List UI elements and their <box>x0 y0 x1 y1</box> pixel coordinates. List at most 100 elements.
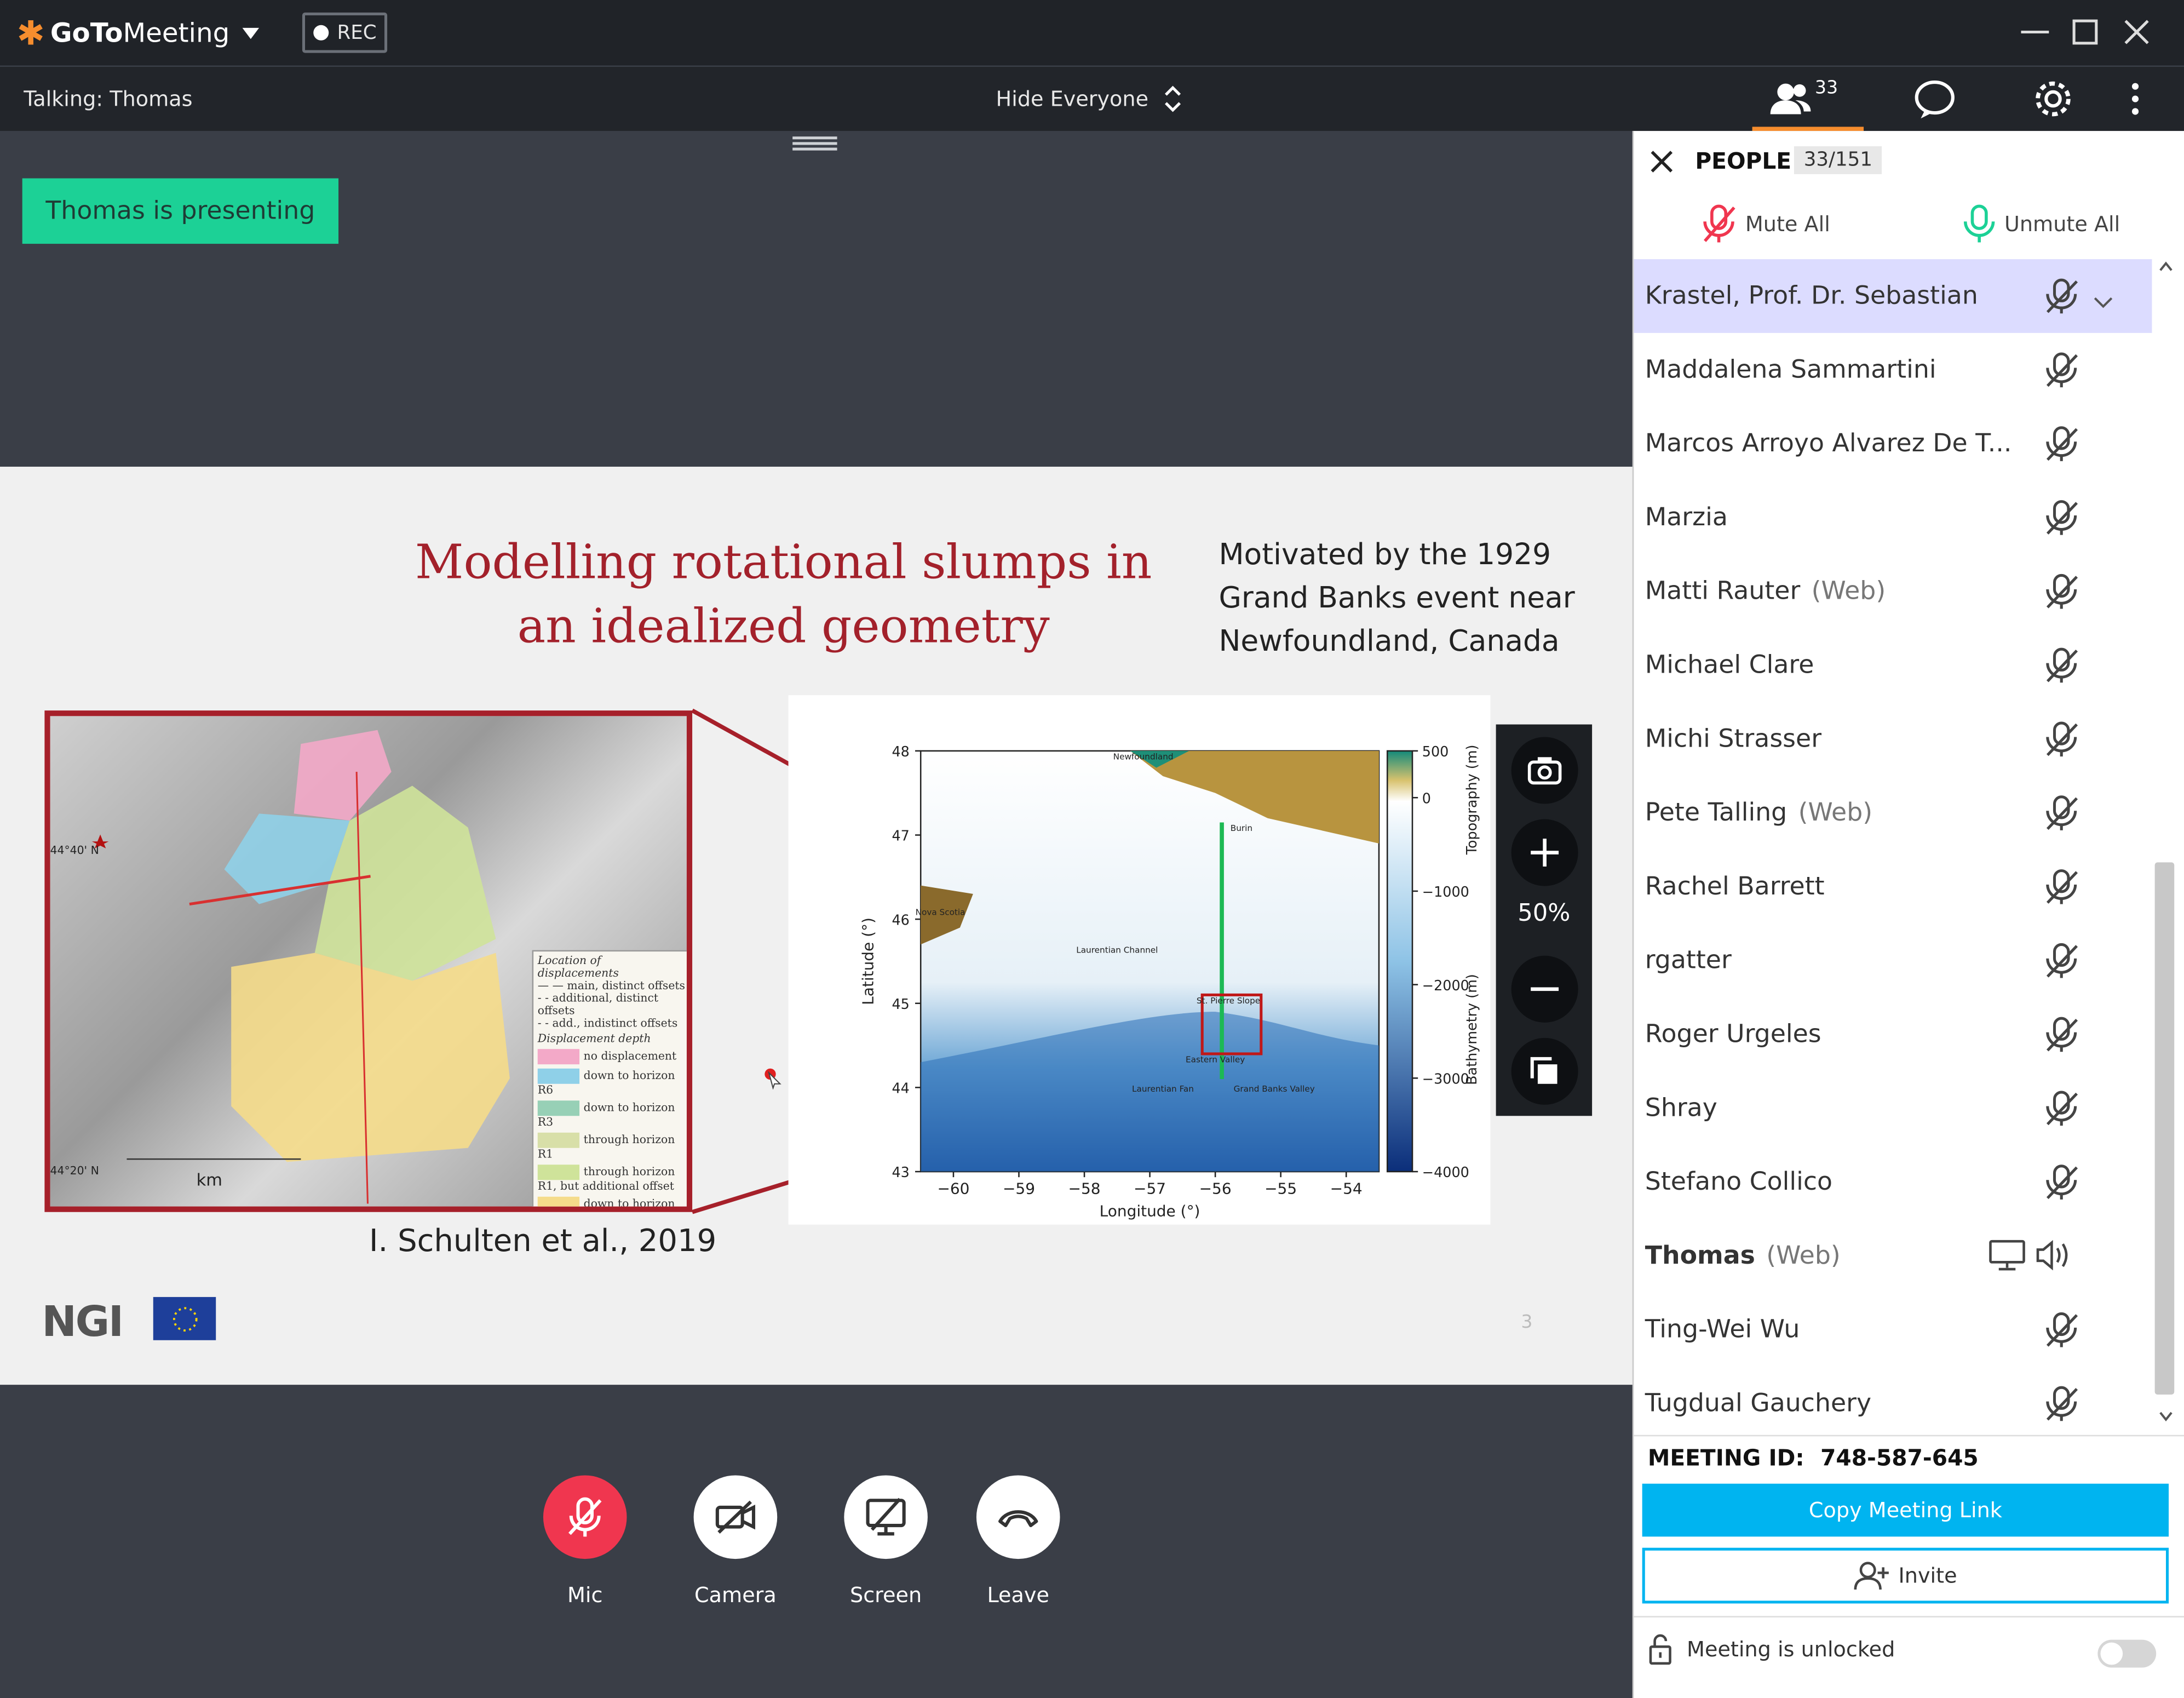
participant-row[interactable]: Tugdual Gauchery <box>1634 1367 2152 1429</box>
meeting-lock-status: Meeting is unlocked <box>1648 1633 1895 1666</box>
mute-all-label: Mute All <box>1745 211 1830 237</box>
participant-row[interactable]: Marcos Arroyo Alvarez De T... <box>1634 407 2152 481</box>
legend-depth-item: no displacement <box>537 1049 686 1065</box>
record-dot-icon <box>313 25 329 41</box>
participant-name: Michi Strasser <box>1645 724 1822 754</box>
mic-muted-icon[interactable] <box>2043 1311 2079 1357</box>
chevron-down-icon[interactable] <box>2094 287 2113 316</box>
toggle-knob <box>2100 1642 2123 1665</box>
participant-row[interactable]: Roger Urgeles <box>1634 997 2152 1071</box>
camera-button[interactable] <box>693 1475 778 1559</box>
participant-row[interactable]: Ting-Wei Wu <box>1634 1293 2152 1367</box>
mic-muted-icon[interactable] <box>2043 277 2079 323</box>
eu-flag-icon <box>153 1297 216 1340</box>
participant-row[interactable]: Stefano Collico <box>1634 1145 2152 1219</box>
mic-muted-icon[interactable] <box>2043 794 2079 840</box>
screen-label: Screen <box>849 1582 922 1608</box>
drag-handle[interactable] <box>792 136 837 151</box>
mute-all-button[interactable]: Mute All <box>1700 203 1830 245</box>
participant-name: Pete Talling <box>1645 798 1788 828</box>
y-tick-label: 43 <box>892 1164 909 1180</box>
screen-control[interactable]: Screen <box>830 1475 941 1608</box>
y-tick-label: 45 <box>892 996 909 1012</box>
leave-button[interactable] <box>976 1475 1060 1559</box>
participant-row[interactable]: Shray <box>1634 1071 2152 1145</box>
y-tick-label: 46 <box>892 911 909 928</box>
colorbar-tick-label: −3000 <box>1422 1070 1469 1087</box>
record-button[interactable]: REC <box>302 12 388 53</box>
zoom-level: 50% <box>1518 900 1571 928</box>
scrollbar-thumb[interactable] <box>2154 862 2175 1395</box>
map-annotation: Nova Scotia <box>916 907 965 917</box>
mic-muted-icon[interactable] <box>2043 1016 2079 1062</box>
sort-arrows-icon <box>1164 85 1180 112</box>
close-panel-icon[interactable] <box>1649 149 1674 174</box>
zoom-out-button[interactable] <box>1511 955 1578 1023</box>
people-icon <box>1770 83 1811 114</box>
participant-name: Marzia <box>1645 503 1728 532</box>
zoom-in-button[interactable] <box>1511 819 1578 886</box>
participant-row[interactable]: Thomas (Web) <box>1634 1219 2152 1293</box>
meeting-lock-toggle[interactable] <box>2097 1639 2157 1668</box>
mic-muted-icon[interactable] <box>2043 720 2079 766</box>
participant-web-tag: (Web) <box>1766 1241 1841 1271</box>
mic-muted-icon[interactable] <box>2043 1385 2079 1429</box>
mic-muted-icon[interactable] <box>2043 868 2079 914</box>
scroll-down-icon[interactable] <box>2158 1410 2175 1424</box>
mic-muted-icon[interactable] <box>2043 1163 2079 1209</box>
participant-row[interactable]: Matti Rauter (Web) <box>1634 554 2152 628</box>
chat-icon[interactable] <box>1912 78 1957 119</box>
camera-control[interactable]: Camera <box>680 1475 791 1608</box>
unmute-all-button[interactable]: Unmute All <box>1963 203 2120 245</box>
participant-row[interactable]: Maddalena Sammartini <box>1634 333 2152 407</box>
minimize-icon[interactable] <box>2014 11 2056 53</box>
maximize-icon[interactable] <box>2064 11 2106 53</box>
leave-control[interactable]: Leave <box>962 1475 1073 1608</box>
tab-people[interactable]: 33 <box>1752 67 1864 131</box>
mic-muted-icon[interactable] <box>2043 1089 2079 1135</box>
screen-button[interactable] <box>844 1475 928 1559</box>
mic-muted-icon[interactable] <box>2043 425 2079 471</box>
mic-muted-icon[interactable] <box>2043 572 2079 618</box>
snapshot-button[interactable] <box>1511 737 1578 804</box>
mic-muted-icon <box>1703 204 1735 243</box>
screen-share-off-icon <box>866 1498 906 1536</box>
participant-scrollbar[interactable] <box>2154 259 2180 1426</box>
participant-row[interactable]: Michael Clare <box>1634 628 2152 702</box>
hide-everyone-toggle[interactable]: Hide Everyone <box>996 84 1182 114</box>
x-tick-label: −58 <box>1068 1180 1101 1198</box>
participant-row[interactable]: Krastel, Prof. Dr. Sebastian <box>1634 259 2152 333</box>
more-options-icon[interactable] <box>2124 78 2147 119</box>
people-panel-count: 33/151 <box>1794 146 1882 174</box>
legend-item: — — main, distinct offsets <box>537 979 685 992</box>
gear-icon[interactable] <box>2032 78 2074 119</box>
app-menu-button[interactable]: ✱ GoTo Meeting <box>17 15 259 51</box>
lock-status-label: Meeting is unlocked <box>1687 1637 1895 1662</box>
participant-row[interactable]: Marzia <box>1634 480 2152 554</box>
minus-icon <box>1531 987 1559 991</box>
close-window-icon[interactable] <box>2116 11 2157 53</box>
participant-row[interactable]: Rachel Barrett <box>1634 850 2152 923</box>
invite-button[interactable]: Invite <box>1642 1547 2169 1604</box>
map-annotation: St. Pierre Slope <box>1197 996 1260 1006</box>
legend-item: - - add., indistinct offsets <box>537 1017 678 1030</box>
scroll-up-icon[interactable] <box>2158 259 2175 273</box>
copy-meeting-link-button[interactable]: Copy Meeting Link <box>1642 1483 2169 1537</box>
mic-muted-icon[interactable] <box>2043 942 2079 988</box>
popout-button[interactable] <box>1511 1037 1578 1105</box>
participant-name: Rachel Barrett <box>1645 872 1825 902</box>
mic-control[interactable]: Mic <box>529 1475 640 1608</box>
participant-row[interactable]: Michi Strasser <box>1634 702 2152 776</box>
app-name-thin: Meeting <box>123 18 230 49</box>
mic-button[interactable] <box>543 1475 627 1559</box>
participant-name: Thomas <box>1645 1241 1755 1271</box>
legend-swatch <box>537 1132 580 1148</box>
mic-muted-icon[interactable] <box>2043 499 2079 545</box>
participant-row[interactable]: Pete Talling (Web) <box>1634 776 2152 850</box>
add-person-icon <box>1854 1562 1889 1590</box>
mic-muted-icon[interactable] <box>2043 351 2079 397</box>
legend-depth-title: Displacement depth <box>537 1032 651 1045</box>
hang-up-icon <box>998 1510 1038 1528</box>
mic-muted-icon[interactable] <box>2043 646 2079 692</box>
participant-row[interactable]: rgatter <box>1634 923 2152 997</box>
